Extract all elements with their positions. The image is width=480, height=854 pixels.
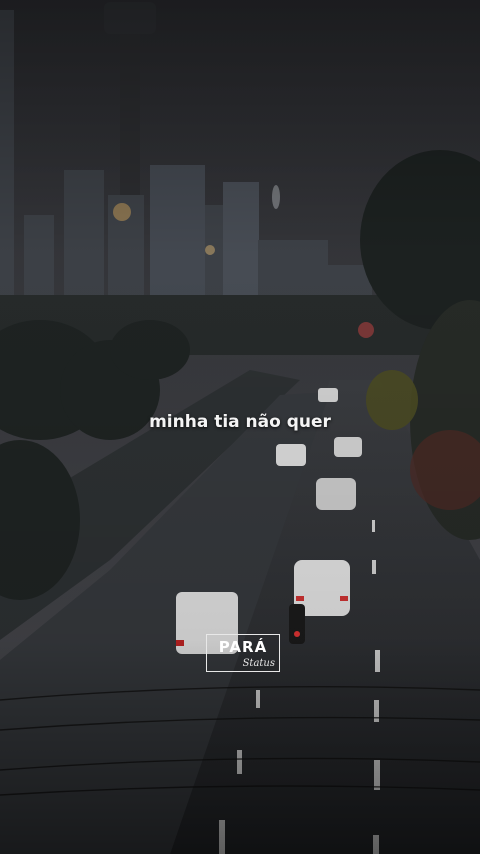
watermark-sub-text: Status <box>242 658 275 669</box>
channel-watermark-logo: PARÁ Status <box>206 634 280 672</box>
lyrics-caption: minha tia não quer <box>149 412 331 432</box>
watermark-main-text: PARÁ <box>218 638 268 656</box>
video-frame: minha tia não quer PARÁ Status <box>0 0 480 854</box>
